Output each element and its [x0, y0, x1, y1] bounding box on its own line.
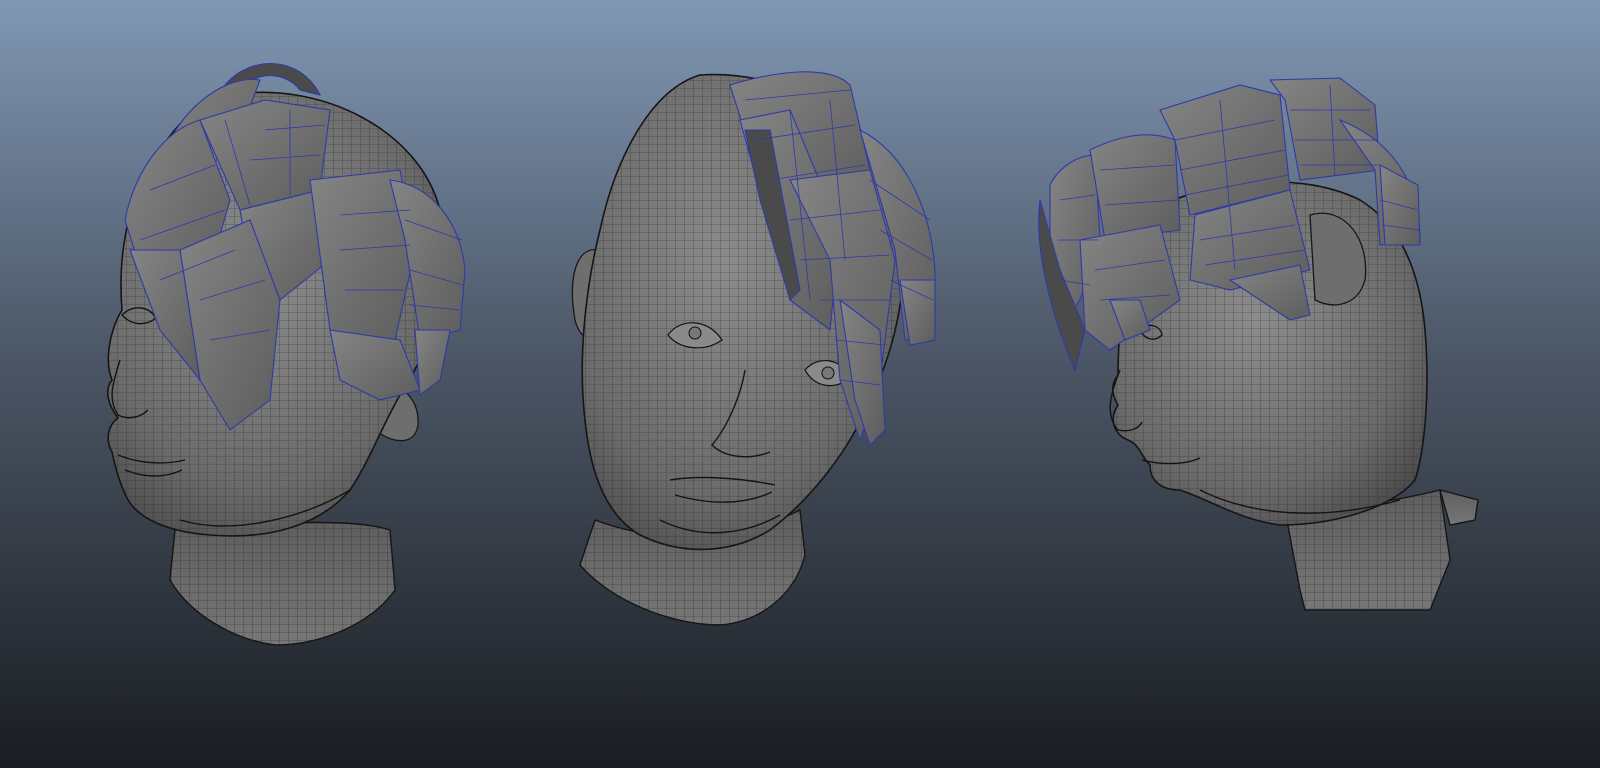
scene-canvas[interactable]	[0, 0, 1600, 768]
3d-viewport[interactable]	[0, 0, 1600, 768]
